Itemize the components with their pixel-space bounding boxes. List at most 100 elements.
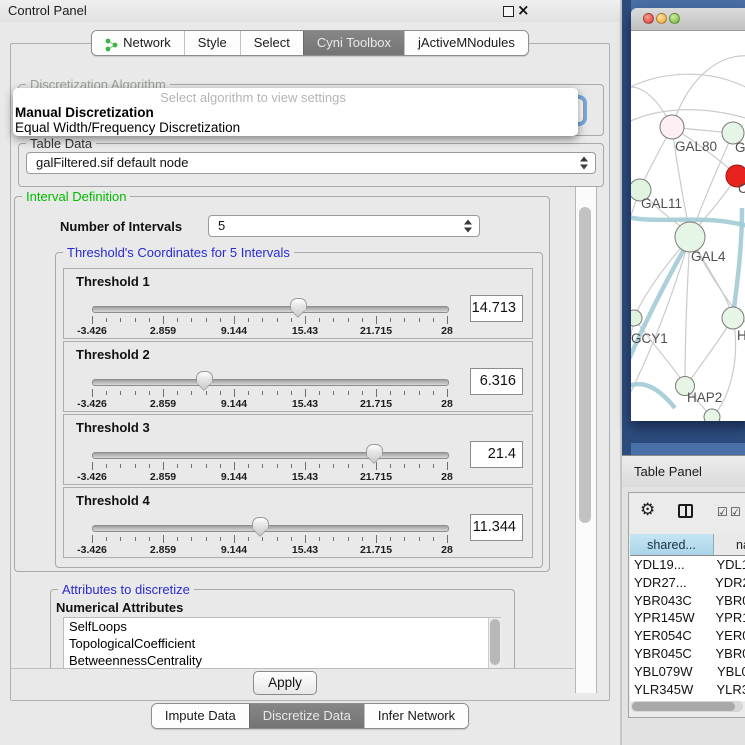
tick-label: 9.144 <box>221 325 247 337</box>
network-window-titlebar[interactable] <box>631 8 745 31</box>
bottom-tab-bar: Impute Data Discretize Data Infer Networ… <box>0 703 620 729</box>
tick-mark <box>177 464 178 468</box>
float-window-icon[interactable] <box>503 6 514 17</box>
tick-mark <box>305 316 306 324</box>
window-shadow-band <box>622 421 745 443</box>
threshold-value-field[interactable]: 11.344 <box>470 514 523 541</box>
slider-handle[interactable] <box>366 444 383 456</box>
tick-mark <box>135 318 136 322</box>
panel-scrollbar-thumb[interactable] <box>579 207 591 523</box>
dropdown-item-label: Equal Width/Frequency Discretization <box>15 120 240 135</box>
tick-mark <box>447 462 448 470</box>
checkbox-checked-icon[interactable]: ☑ <box>717 505 728 519</box>
tab[interactable]: jActiveMNodules <box>404 31 528 55</box>
tick-label: 15.43 <box>292 544 318 556</box>
slider-ticks <box>92 462 447 471</box>
threshold-box: Threshold 3 -3.4262.8599.14415.4321.7152… <box>63 414 533 485</box>
table-row[interactable]: YBL079W YBL0 <box>630 663 745 681</box>
table-row[interactable]: YDR27... YDR2 <box>630 574 745 592</box>
tick-mark <box>163 389 164 397</box>
slider-handle[interactable] <box>252 517 269 529</box>
tab[interactable]: Style <box>184 31 240 55</box>
table-row[interactable]: YER054C YER0 <box>630 627 745 645</box>
network-canvas[interactable]: GAL80 GA C GAL11 GAL4 GCY1 H HAP2 <box>631 30 745 421</box>
column-layout-icon[interactable] <box>678 504 693 518</box>
close-icon[interactable]: × <box>517 1 530 19</box>
threshold-value-field[interactable]: 6.316 <box>470 368 523 395</box>
table-rows: YDL19... YDL1 YDR27... YDR2 YBR043C YBR0 <box>630 556 745 701</box>
apply-button[interactable]: Apply <box>253 671 317 695</box>
tick-mark <box>191 537 192 541</box>
table-hscrollbar-thumb[interactable] <box>632 702 735 711</box>
column-header-shared-name[interactable]: shared... <box>630 534 714 556</box>
tick-mark <box>376 535 377 543</box>
minimize-traffic-light-icon[interactable] <box>656 13 667 24</box>
network-node-gal4[interactable] <box>675 222 705 252</box>
table-row[interactable]: YPR145W YPR1 <box>630 609 745 627</box>
combo-stepper-icon <box>580 157 589 170</box>
tab[interactable]: Impute Data <box>152 704 249 728</box>
tab[interactable]: Network <box>92 31 184 55</box>
tick-mark <box>333 464 334 468</box>
dropdown-item[interactable]: Equal Width/Frequency Discretization <box>13 120 578 135</box>
table-row[interactable]: YDL19... YDL1 <box>630 556 745 574</box>
slider-handle[interactable] <box>290 298 307 310</box>
number-of-intervals-combobox[interactable]: 5 <box>208 215 480 237</box>
network-node-gcy1[interactable] <box>631 310 642 326</box>
table-row[interactable]: YLR345W YLR3 <box>630 681 745 699</box>
gear-icon[interactable]: ⚙ <box>640 500 655 520</box>
attribute-list-item[interactable]: TopologicalCoefficient <box>64 635 500 652</box>
node-label: GCY1 <box>631 331 668 346</box>
dropdown-item[interactable]: Manual Discretization <box>13 105 578 120</box>
threshold-value-field[interactable]: 14.713 <box>470 295 523 322</box>
attribute-list-item[interactable]: SelfLoops <box>64 618 500 635</box>
tick-mark <box>163 316 164 324</box>
attribute-list-item[interactable]: BetweennessCentrality <box>64 652 500 669</box>
threshold-value-field[interactable]: 21.4 <box>470 441 523 468</box>
tick-label: 9.144 <box>221 544 247 556</box>
panel-scrollbar-track[interactable] <box>575 187 597 693</box>
table-hscrollbar-track[interactable] <box>631 701 743 712</box>
slider-track[interactable] <box>92 525 449 532</box>
table-row[interactable]: YBR043C YBR0 <box>630 592 745 610</box>
slider-handle[interactable] <box>196 371 213 383</box>
cell-shared-name: YBR043C <box>630 592 711 610</box>
column-header-name[interactable]: na <box>714 534 745 556</box>
tick-mark <box>376 389 377 397</box>
tick-mark <box>433 464 434 468</box>
table-panel-titlebar: Table Panel <box>622 455 745 489</box>
close-traffic-light-icon[interactable] <box>643 13 654 24</box>
table-data-combobox[interactable]: galFiltered.sif default node <box>26 152 596 174</box>
tick-mark <box>163 462 164 470</box>
network-node-bottom[interactable] <box>704 409 720 421</box>
tick-mark <box>447 535 448 543</box>
tick-mark <box>234 316 235 324</box>
tab[interactable]: Cyni Toolbox <box>303 31 404 55</box>
thresholds-group-title: Threshold's Coordinates for 5 Intervals <box>63 245 294 260</box>
tick-mark <box>291 391 292 395</box>
tick-label: 21.715 <box>360 325 392 337</box>
tick-mark <box>149 464 150 468</box>
tick-mark <box>433 318 434 322</box>
network-node-gal80[interactable] <box>660 115 684 139</box>
network-node-h[interactable] <box>722 307 744 329</box>
table-row[interactable]: YBR045C YBR0 <box>630 645 745 663</box>
tick-label: -3.426 <box>77 471 107 483</box>
tick-mark <box>206 318 207 322</box>
bottom-tab-segment: Impute Data Discretize Data Infer Networ… <box>151 703 469 729</box>
tick-mark <box>319 537 320 541</box>
tab[interactable]: Select <box>240 31 303 55</box>
tick-mark <box>149 537 150 541</box>
tick-mark <box>390 318 391 322</box>
control-panel-titlebar: Control Panel × <box>0 0 620 22</box>
slider-track[interactable] <box>92 379 449 386</box>
slider-track[interactable] <box>92 306 449 313</box>
tick-mark <box>419 391 420 395</box>
tab[interactable]: Discretize Data <box>249 704 364 728</box>
dropdown-placeholder: Select algorithm to view settings <box>13 90 578 105</box>
checkbox-checked-icon[interactable]: ☑ <box>730 505 741 519</box>
tab[interactable]: Infer Network <box>364 704 468 728</box>
zoom-traffic-light-icon[interactable] <box>669 13 680 24</box>
attributes-scrollbar-thumb[interactable] <box>490 619 500 665</box>
slider-track[interactable] <box>92 452 449 459</box>
